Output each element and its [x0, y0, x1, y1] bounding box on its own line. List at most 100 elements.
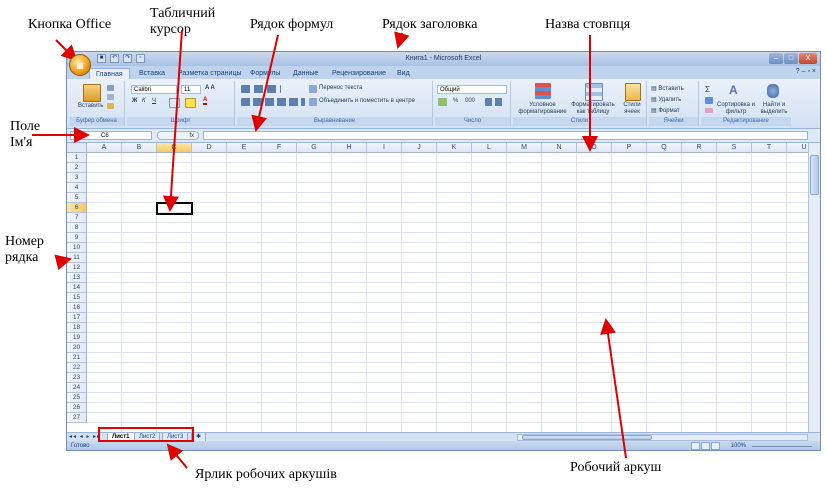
minimize-button[interactable]: –: [769, 53, 783, 64]
thousands-button[interactable]: 000: [465, 98, 475, 104]
clear-icon[interactable]: [705, 108, 713, 113]
column-header-i[interactable]: I: [367, 143, 402, 153]
find-select-icon[interactable]: [767, 84, 779, 98]
column-header-m[interactable]: M: [507, 143, 542, 153]
vertical-scroll-thumb[interactable]: [810, 155, 819, 195]
row-header-7[interactable]: 7: [67, 213, 87, 223]
column-header-n[interactable]: N: [542, 143, 577, 153]
page-break-view-icon[interactable]: [711, 442, 720, 450]
format-as-table-icon[interactable]: [585, 83, 603, 101]
normal-view-icon[interactable]: [691, 442, 700, 450]
format-cells-button[interactable]: ▤ Формат: [651, 107, 680, 114]
sort-filter-icon[interactable]: A: [729, 83, 738, 97]
conditional-format-icon[interactable]: [535, 83, 551, 99]
vertical-scrollbar[interactable]: [808, 143, 820, 432]
row-header-26[interactable]: 26: [67, 403, 87, 413]
bold-button[interactable]: Ж: [132, 98, 137, 104]
zoom-level[interactable]: 100%: [731, 442, 746, 450]
insert-function-button[interactable]: fx: [157, 131, 199, 140]
column-header-b[interactable]: B: [122, 143, 157, 153]
row-header-18[interactable]: 18: [67, 323, 87, 333]
tab-page-layout[interactable]: Разметка страницы: [178, 68, 242, 79]
column-header-s[interactable]: S: [717, 143, 752, 153]
wrap-text-button[interactable]: Перенос текста: [319, 85, 362, 91]
row-header-12[interactable]: 12: [67, 263, 87, 273]
row-header-21[interactable]: 21: [67, 353, 87, 363]
merge-center-button[interactable]: Объединить и поместить в центре: [319, 98, 415, 104]
worksheet-cells[interactable]: [87, 153, 810, 432]
vertical-align-icons[interactable]: [241, 85, 281, 93]
paste-icon[interactable]: [83, 84, 101, 102]
merge-center-icon[interactable]: [309, 98, 317, 106]
grow-font-icon[interactable]: A A: [205, 85, 215, 91]
font-size-combo[interactable]: 11: [181, 85, 201, 94]
currency-icon[interactable]: [438, 98, 447, 106]
format-painter-icon[interactable]: [107, 103, 114, 109]
column-header-r[interactable]: R: [682, 143, 717, 153]
italic-button[interactable]: К: [142, 98, 146, 104]
row-header-4[interactable]: 4: [67, 183, 87, 193]
paste-button[interactable]: Вставить: [78, 103, 103, 109]
delete-cells-button[interactable]: ▤ Удалить: [651, 96, 681, 103]
find-select-button[interactable]: Найти и выделить: [757, 102, 791, 116]
wrap-text-icon[interactable]: [309, 85, 317, 93]
format-as-table-button[interactable]: Форматировать как таблицу: [569, 102, 617, 116]
row-header-23[interactable]: 23: [67, 373, 87, 383]
column-header-o[interactable]: O: [577, 143, 612, 153]
column-header-j[interactable]: J: [402, 143, 437, 153]
column-header-f[interactable]: F: [262, 143, 297, 153]
fill-icon[interactable]: [705, 97, 713, 104]
column-header-p[interactable]: P: [612, 143, 647, 153]
insert-cells-button[interactable]: ▤ Вставить: [651, 85, 684, 92]
column-header-q[interactable]: Q: [647, 143, 682, 153]
row-header-2[interactable]: 2: [67, 163, 87, 173]
column-header-g[interactable]: G: [297, 143, 332, 153]
row-header-14[interactable]: 14: [67, 283, 87, 293]
column-header-d[interactable]: D: [192, 143, 227, 153]
row-header-22[interactable]: 22: [67, 363, 87, 373]
number-format-combo[interactable]: Общий: [437, 85, 507, 94]
column-header-k[interactable]: K: [437, 143, 472, 153]
zoom-slider[interactable]: [752, 446, 812, 447]
formula-input[interactable]: [203, 131, 808, 140]
row-header-27[interactable]: 27: [67, 413, 87, 423]
column-header-e[interactable]: E: [227, 143, 262, 153]
row-header-9[interactable]: 9: [67, 233, 87, 243]
row-header-13[interactable]: 13: [67, 273, 87, 283]
row-header-3[interactable]: 3: [67, 173, 87, 183]
row-header-19[interactable]: 19: [67, 333, 87, 343]
row-header-11[interactable]: 11: [67, 253, 87, 263]
cut-icon[interactable]: [107, 85, 114, 91]
sort-filter-button[interactable]: Сортировка и фильтр: [717, 102, 755, 116]
close-button[interactable]: X: [799, 53, 817, 64]
cell-styles-button[interactable]: Стили ячеек: [617, 102, 647, 116]
row-header-6[interactable]: 6: [67, 203, 87, 213]
row-header-1[interactable]: 1: [67, 153, 87, 163]
fill-color-icon[interactable]: [185, 98, 196, 108]
row-header-10[interactable]: 10: [67, 243, 87, 253]
font-color-icon[interactable]: A: [203, 97, 208, 105]
row-header-20[interactable]: 20: [67, 343, 87, 353]
row-header-17[interactable]: 17: [67, 313, 87, 323]
horizontal-scrollbar[interactable]: [517, 434, 808, 441]
column-header-a[interactable]: A: [87, 143, 122, 153]
tab-view[interactable]: Вид: [397, 68, 410, 79]
column-header-c[interactable]: C: [157, 143, 192, 153]
name-box[interactable]: C6: [70, 131, 152, 140]
row-header-16[interactable]: 16: [67, 303, 87, 313]
borders-icon[interactable]: [169, 98, 180, 108]
column-header-l[interactable]: L: [472, 143, 507, 153]
maximize-button[interactable]: □: [784, 53, 798, 64]
page-layout-view-icon[interactable]: [701, 442, 710, 450]
conditional-format-button[interactable]: Условное форматирование: [515, 102, 570, 116]
percent-button[interactable]: %: [453, 98, 458, 104]
horizontal-scroll-thumb[interactable]: [522, 435, 652, 440]
row-header-24[interactable]: 24: [67, 383, 87, 393]
horizontal-align-icons[interactable]: [241, 98, 305, 106]
office-button[interactable]: ▦: [69, 54, 91, 76]
tab-insert[interactable]: Вставка: [139, 68, 165, 79]
help-icon[interactable]: ? – ▫ ×: [796, 68, 816, 75]
row-header-8[interactable]: 8: [67, 223, 87, 233]
select-all-corner[interactable]: [67, 143, 87, 153]
column-header-u[interactable]: U: [787, 143, 810, 153]
